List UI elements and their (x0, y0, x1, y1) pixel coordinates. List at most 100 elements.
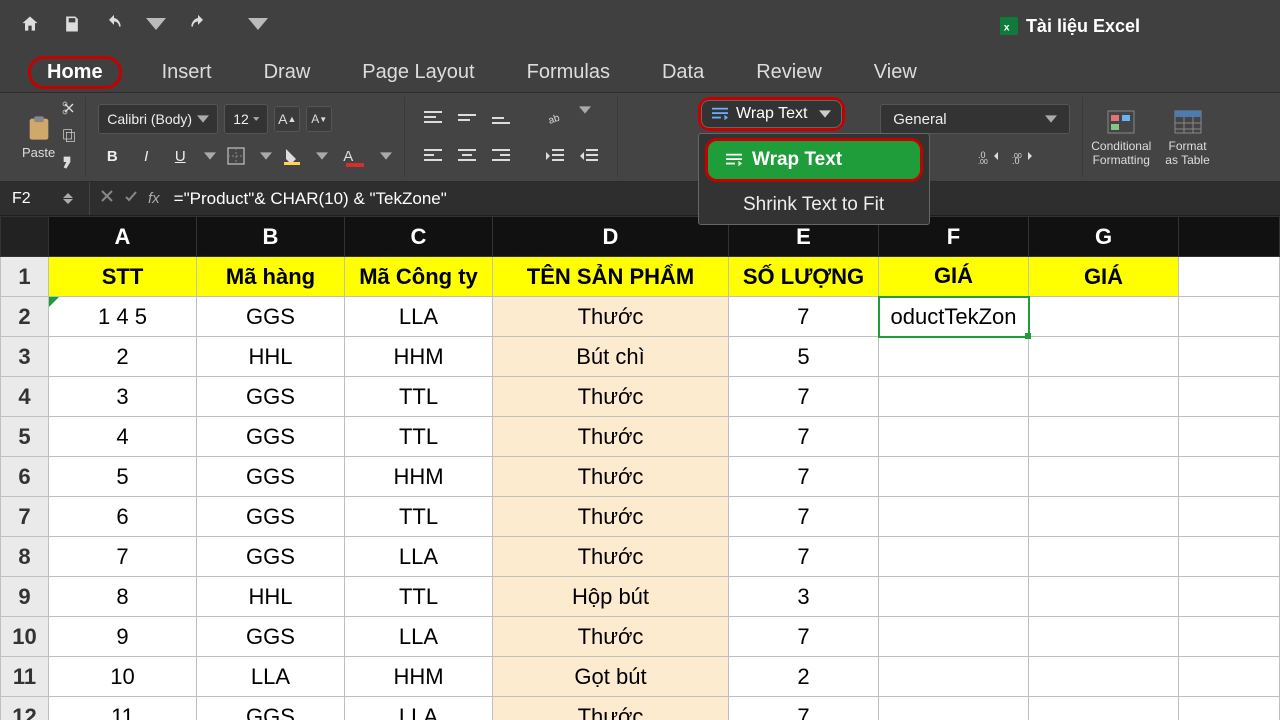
cell[interactable]: Thước (493, 497, 729, 537)
cell[interactable]: 2 (49, 337, 197, 377)
cell[interactable] (1029, 337, 1179, 377)
cell[interactable]: 10 (49, 657, 197, 697)
cell[interactable]: Thước (493, 377, 729, 417)
cell[interactable]: LLA (345, 697, 493, 720)
cell[interactable] (1179, 577, 1280, 617)
cell[interactable] (879, 617, 1029, 657)
cell[interactable] (1029, 497, 1179, 537)
chevron-down-icon[interactable] (260, 150, 272, 162)
cell[interactable]: Thước (493, 617, 729, 657)
cell[interactable]: 7 (729, 297, 879, 337)
number-format-combo[interactable]: General (880, 104, 1070, 134)
cell[interactable]: 7 (729, 697, 879, 720)
home-icon[interactable] (20, 14, 40, 39)
format-as-table-button[interactable]: Format as Table (1165, 107, 1209, 168)
wrap-text-menu-item[interactable]: Wrap Text (705, 138, 923, 182)
cell[interactable]: 5 (49, 457, 197, 497)
cell[interactable]: TTL (345, 577, 493, 617)
cell[interactable] (1179, 417, 1280, 457)
shrink-to-fit-menu-item[interactable]: Shrink Text to Fit (699, 186, 929, 224)
cell[interactable]: GGS (197, 417, 345, 457)
italic-button[interactable]: I (132, 142, 160, 170)
align-center-button[interactable] (453, 142, 481, 170)
tab-review[interactable]: Review (744, 57, 834, 88)
cell[interactable]: 7 (729, 457, 879, 497)
cell[interactable]: HHL (197, 577, 345, 617)
cell[interactable]: GGS (197, 497, 345, 537)
cell[interactable] (1179, 697, 1280, 720)
cell[interactable]: 7 (729, 537, 879, 577)
cell[interactable]: 7 (49, 537, 197, 577)
cell[interactable] (1029, 297, 1179, 337)
cell[interactable]: 3 (729, 577, 879, 617)
tab-insert[interactable]: Insert (150, 57, 224, 88)
cell[interactable]: GGS (197, 297, 345, 337)
row-header[interactable]: 12 (1, 697, 49, 720)
cell[interactable] (1029, 417, 1179, 457)
cell[interactable]: GGS (197, 377, 345, 417)
increase-decimal-button[interactable]: .0.00 (974, 142, 1002, 170)
cell[interactable]: Bút chì (493, 337, 729, 377)
confirm-formula-icon[interactable] (124, 189, 138, 208)
cell[interactable] (1179, 337, 1280, 377)
cell[interactable]: 1 4 5 (49, 297, 197, 337)
cell[interactable]: GGS (197, 617, 345, 657)
cancel-formula-icon[interactable] (100, 189, 114, 208)
cell[interactable] (1029, 617, 1179, 657)
tab-view[interactable]: View (862, 57, 929, 88)
cell[interactable]: GIÁ (879, 257, 1029, 297)
cell[interactable]: 8 (49, 577, 197, 617)
cell[interactable] (1179, 297, 1280, 337)
cell[interactable] (879, 657, 1029, 697)
cell[interactable]: Thước (493, 697, 729, 720)
cell[interactable]: GGS (197, 457, 345, 497)
align-middle-button[interactable] (453, 104, 481, 132)
cell[interactable] (879, 417, 1029, 457)
undo-icon[interactable] (104, 14, 124, 39)
col-header-B[interactable]: B (197, 217, 345, 257)
row-header[interactable]: 11 (1, 657, 49, 697)
increase-indent-button[interactable] (575, 142, 603, 170)
chevron-down-icon[interactable] (380, 150, 392, 162)
cell[interactable] (1029, 697, 1179, 720)
cell[interactable]: TTL (345, 497, 493, 537)
redo-icon[interactable] (188, 14, 208, 39)
cell[interactable]: Thước (493, 297, 729, 337)
borders-button[interactable] (222, 142, 250, 170)
cell[interactable]: 7 (729, 497, 879, 537)
decrease-font-icon[interactable]: A▼ (306, 106, 332, 132)
row-header[interactable]: 2 (1, 297, 49, 337)
cell[interactable]: TTL (345, 417, 493, 457)
chevron-down-icon[interactable] (248, 14, 268, 39)
align-bottom-button[interactable] (487, 104, 515, 132)
decrease-decimal-button[interactable]: .00.0 (1008, 142, 1036, 170)
name-box[interactable]: F2 (0, 182, 90, 215)
tab-home[interactable]: Home (28, 56, 122, 89)
align-left-button[interactable] (419, 142, 447, 170)
col-header-blank[interactable] (1179, 217, 1280, 257)
cell[interactable]: Mã hàng (197, 257, 345, 297)
cell[interactable] (1029, 657, 1179, 697)
cell[interactable]: 2 (729, 657, 879, 697)
cell[interactable]: GGS (197, 537, 345, 577)
cell[interactable] (879, 377, 1029, 417)
row-header[interactable]: 5 (1, 417, 49, 457)
cell[interactable] (1179, 457, 1280, 497)
wrap-text-split-button[interactable]: Wrap Text (698, 97, 845, 131)
cell[interactable] (879, 577, 1029, 617)
decrease-indent-button[interactable] (541, 142, 569, 170)
chevron-down-icon[interactable] (146, 14, 166, 39)
cell[interactable]: LLA (345, 537, 493, 577)
chevron-down-icon[interactable] (579, 104, 591, 116)
tab-page-layout[interactable]: Page Layout (350, 57, 486, 88)
row-header[interactable]: 6 (1, 457, 49, 497)
cell[interactable]: Mã Công ty (345, 257, 493, 297)
bold-button[interactable]: B (98, 142, 126, 170)
cell[interactable]: Thước (493, 417, 729, 457)
cell[interactable] (1179, 657, 1280, 697)
cell[interactable]: HHM (345, 337, 493, 377)
row-header[interactable]: 9 (1, 577, 49, 617)
tab-draw[interactable]: Draw (252, 57, 323, 88)
cell[interactable] (879, 497, 1029, 537)
cell[interactable] (1179, 497, 1280, 537)
